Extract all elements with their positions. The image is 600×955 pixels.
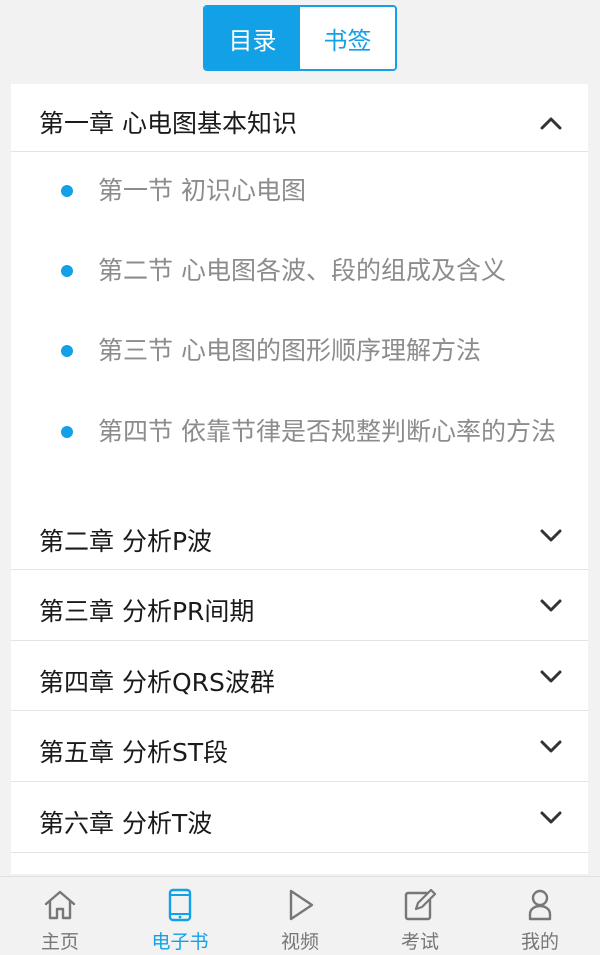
nav-label: 考试 <box>400 931 439 953</box>
chevron-down-icon[interactable] <box>538 592 564 618</box>
chapter-row[interactable]: 第五章 分析ST段 <box>11 711 588 782</box>
user-icon <box>522 887 558 923</box>
chapter-title: 第一章 心电图基本知识 <box>39 109 297 138</box>
nav-home[interactable]: 主页 <box>0 877 120 955</box>
top-bar: 目录 书签 <box>0 0 600 80</box>
chevron-down-icon[interactable] <box>538 663 564 689</box>
chapter-title: 第五章 分析ST段 <box>39 738 229 767</box>
chevron-down-icon[interactable] <box>538 733 564 759</box>
nav-label: 我的 <box>520 931 559 953</box>
bottom-nav: 主页 电子书 视频 考试 我的 <box>0 876 600 955</box>
bullet-dot <box>61 185 73 197</box>
nav-video[interactable]: 视频 <box>240 877 360 955</box>
play-icon <box>282 887 318 923</box>
section-title: 第四节 依靠节律是否规整判断心率的方法 <box>98 417 556 446</box>
chapter-title: 第三章 分析PR间期 <box>39 597 255 626</box>
nav-label: 主页 <box>40 931 79 953</box>
chevron-down-icon[interactable] <box>538 522 564 548</box>
chapter-row[interactable]: 第六章 分析T波 <box>11 782 588 853</box>
chevron-down-icon[interactable] <box>538 804 564 830</box>
section-item[interactable]: 第一节 初识心电图 <box>11 152 588 232</box>
chapter-title: 第二章 分析P波 <box>39 527 213 556</box>
section-title: 第一节 初识心电图 <box>98 176 306 205</box>
section-item[interactable]: 第三节 心电图的图形顺序理解方法 <box>11 312 588 392</box>
catalog-list: 第一章 心电图基本知识 第一节 初识心电图 第二节 心电图各波、段的组成及含义 … <box>11 84 588 874</box>
edit-icon <box>402 887 438 923</box>
segmented-control: 目录 书签 <box>203 5 397 71</box>
tab-bookmarks[interactable]: 书签 <box>300 7 395 69</box>
bullet-dot <box>61 345 73 357</box>
chapter-row[interactable]: 第二章 分析P波 <box>11 498 588 570</box>
bullet-dot <box>61 265 73 277</box>
section-title: 第三节 心电图的图形顺序理解方法 <box>98 336 481 365</box>
bullet-dot <box>61 426 73 438</box>
chapter-row[interactable]: 第三章 分析PR间期 <box>11 570 588 641</box>
home-icon <box>42 887 78 923</box>
nav-me[interactable]: 我的 <box>480 877 600 955</box>
chapter-row[interactable]: 第一章 心电图基本知识 <box>11 84 588 152</box>
nav-label: 电子书 <box>151 931 209 953</box>
section-item[interactable]: 第二节 心电图各波、段的组成及含义 <box>11 232 588 312</box>
section-item[interactable]: 第四节 依靠节律是否规整判断心率的方法 <box>11 392 588 496</box>
tab-catalog[interactable]: 目录 <box>205 7 300 69</box>
section-title: 第二节 心电图各波、段的组成及含义 <box>98 256 506 285</box>
nav-label: 视频 <box>280 931 319 953</box>
chevron-up-icon[interactable] <box>538 110 564 136</box>
chapter-title: 第四章 分析QRS波群 <box>39 668 275 697</box>
nav-ebook[interactable]: 电子书 <box>120 877 240 955</box>
tablet-icon <box>162 887 198 923</box>
chapter-title: 第六章 分析T波 <box>39 809 213 838</box>
nav-exam[interactable]: 考试 <box>360 877 480 955</box>
chapter-row[interactable]: 第四章 分析QRS波群 <box>11 641 588 711</box>
